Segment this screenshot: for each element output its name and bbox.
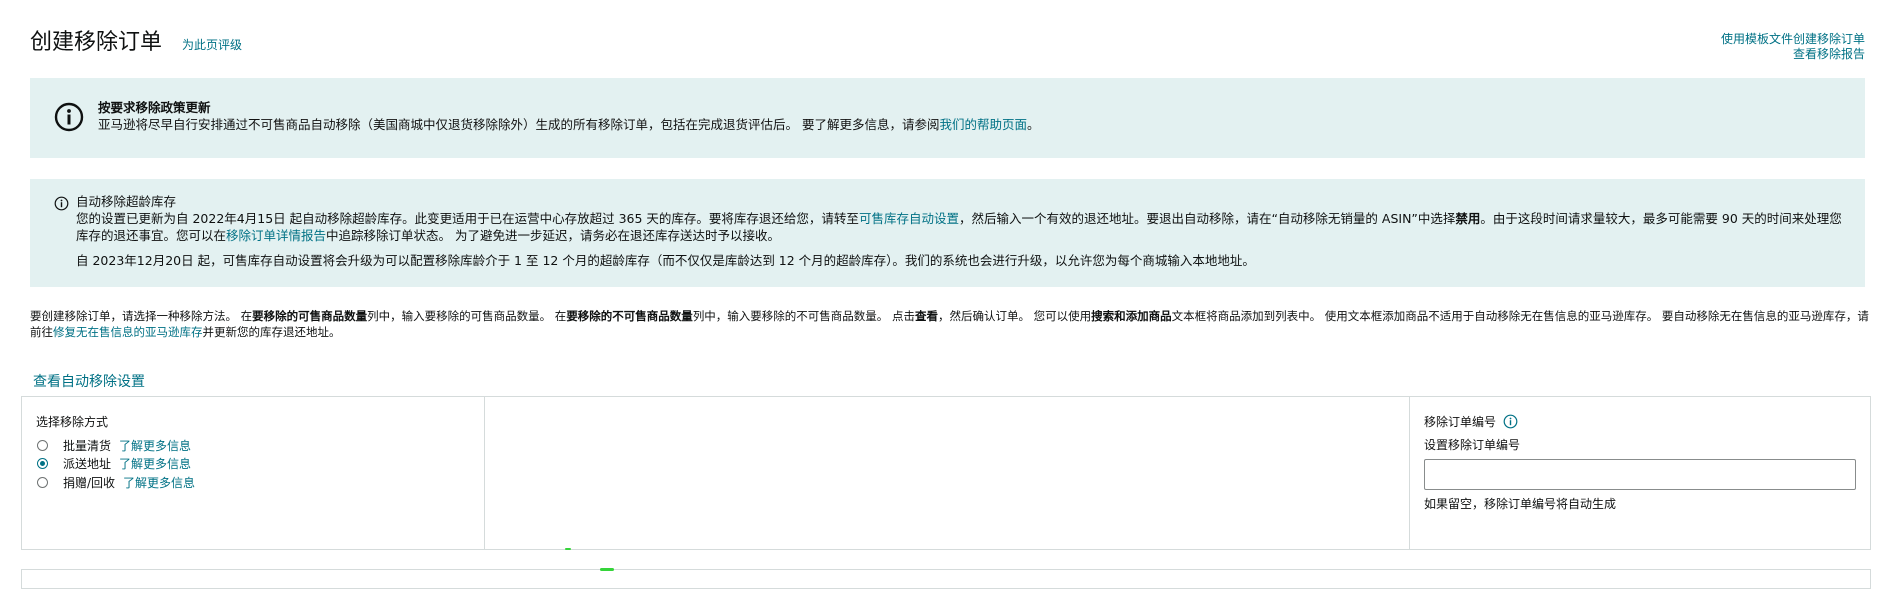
ship-to-address-learn-more-link[interactable]: 了解更多信息	[119, 455, 191, 472]
policy-banner-body: 亚马逊将尽早自行安排通过不可售商品自动移除（美国商城中仅退货移除除外）生成的所有…	[98, 117, 940, 132]
instr-t2: 列中，输入要移除的可售商品数量。 在	[367, 309, 567, 323]
removal-option-ship-to-address[interactable]: 派送地址 了解更多信息	[36, 455, 484, 474]
ship-to-address-label: 派送地址	[63, 457, 112, 472]
instr-b3: 查看	[914, 309, 938, 323]
liquidation-label: 批量清货	[63, 438, 112, 453]
order-number-header: 移除订单编号	[1424, 413, 1870, 430]
donate-recycle-learn-more-link[interactable]: 了解更多信息	[123, 474, 195, 491]
sellable-auto-settings-link[interactable]: 可售库存自动设置	[859, 211, 959, 226]
page-header: 创建移除订单 为此页评级	[30, 24, 242, 56]
instr-b4: 搜索和添加商品	[1091, 309, 1172, 323]
order-number-input[interactable]	[1424, 459, 1856, 490]
set-order-number-label: 设置移除订单编号	[1424, 438, 1521, 452]
aged-banner-paragraph-2: 自 2023年12月20日 起，可售库存自动设置将会升级为可以配置移除库龄介于 …	[76, 253, 1255, 268]
order-number-section: 移除订单编号 设置移除订单编号 如果留空，移除订单编号将自动生成	[1410, 397, 1870, 549]
policy-banner-end: 。	[1027, 117, 1040, 132]
view-removal-report-link[interactable]: 查看移除报告	[1793, 47, 1865, 61]
policy-banner-title: 按要求移除政策更新	[98, 100, 211, 115]
ship-to-address-radio[interactable]	[37, 458, 48, 470]
order-number-hint: 如果留空，移除订单编号将自动生成	[1424, 497, 1617, 511]
instr-t6: 并更新您的库存退还地址。	[202, 325, 341, 339]
instructions-text: 要创建移除订单，请选择一种移除方法。 在要移除的可售商品数量列中，输入要移除的可…	[30, 308, 1870, 340]
removal-method-label: 选择移除方式	[36, 415, 109, 429]
aged-banner-title: 自动移除超龄库存	[76, 194, 177, 209]
instr-t3: 列中，输入要移除的不可售商品数量。 点击	[692, 309, 915, 323]
aged-text-bold: 禁用	[1455, 211, 1481, 226]
liquidation-radio[interactable]	[37, 439, 48, 451]
items-table-panel	[21, 569, 1871, 589]
aged-text-b: ，然后输入一个有效的退还地址。要退出自动移除，请在“自动移除无销量的 ASIN”…	[958, 211, 1456, 226]
removal-method-section: 选择移除方式 批量清货 了解更多信息 派送地址 了解更多信息 捐赠/回收 了解更…	[22, 397, 485, 549]
liquidation-learn-more-link[interactable]: 了解更多信息	[119, 437, 191, 454]
donate-recycle-radio[interactable]	[37, 476, 48, 488]
help-page-link[interactable]: 我们的帮助页面	[939, 117, 1027, 132]
removal-option-liquidation[interactable]: 批量清货 了解更多信息	[36, 436, 484, 455]
removal-order-detail-report-link[interactable]: 移除订单详情报告	[226, 228, 326, 243]
decorative-mark	[565, 548, 571, 550]
aged-banner-text: 自动移除超龄库存 您的设置已更新为自 2022年4月15日 起自动移除超龄库存。…	[76, 193, 1845, 269]
top-right-links: 使用模板文件创建移除订单 查看移除报告	[1721, 32, 1865, 62]
view-auto-removal-settings-link[interactable]: 查看自动移除设置	[33, 371, 145, 391]
info-icon	[54, 196, 69, 211]
aged-text-a: 您的设置已更新为自 2022年4月15日 起自动移除超龄库存。此变更适用于已在运…	[76, 211, 859, 226]
policy-update-banner: 按要求移除政策更新 亚马逊将尽早自行安排通过不可售商品自动移除（美国商城中仅退货…	[30, 78, 1865, 158]
policy-banner-text: 按要求移除政策更新 亚马逊将尽早自行安排通过不可售商品自动移除（美国商城中仅退货…	[98, 99, 1040, 133]
instr-b2: 要移除的不可售商品数量	[566, 309, 693, 323]
donate-recycle-label: 捐赠/回收	[63, 475, 116, 490]
aged-inventory-banner: 自动移除超龄库存 您的设置已更新为自 2022年4月15日 起自动移除超龄库存。…	[30, 179, 1865, 287]
info-icon	[54, 102, 84, 132]
aged-banner-paragraph-1: 您的设置已更新为自 2022年4月15日 起自动移除超龄库存。此变更适用于已在运…	[76, 210, 1845, 244]
address-section	[485, 397, 1410, 549]
removal-option-donate-recycle[interactable]: 捐赠/回收 了解更多信息	[36, 473, 484, 492]
progress-indicator	[600, 568, 614, 571]
removal-options-panel: 选择移除方式 批量清货 了解更多信息 派送地址 了解更多信息 捐赠/回收 了解更…	[21, 396, 1871, 550]
template-create-link[interactable]: 使用模板文件创建移除订单	[1721, 32, 1865, 46]
rate-page-link[interactable]: 为此页评级	[182, 36, 242, 53]
instr-b1: 要移除的可售商品数量	[252, 309, 368, 323]
page-title: 创建移除订单	[30, 30, 163, 55]
aged-text-d: 中追踪移除订单状态。 为了避免进一步延迟，请务必在退还库存送达时予以接收。	[326, 228, 781, 243]
fix-stranded-inventory-link[interactable]: 修复无在售信息的亚马逊库存	[53, 325, 203, 339]
instr-t4: ，然后确认订单。 您可以使用	[937, 309, 1092, 323]
instr-t1: 要创建移除订单，请选择一种移除方法。 在	[30, 309, 253, 323]
order-number-label: 移除订单编号	[1424, 415, 1497, 429]
info-icon[interactable]	[1503, 414, 1518, 429]
